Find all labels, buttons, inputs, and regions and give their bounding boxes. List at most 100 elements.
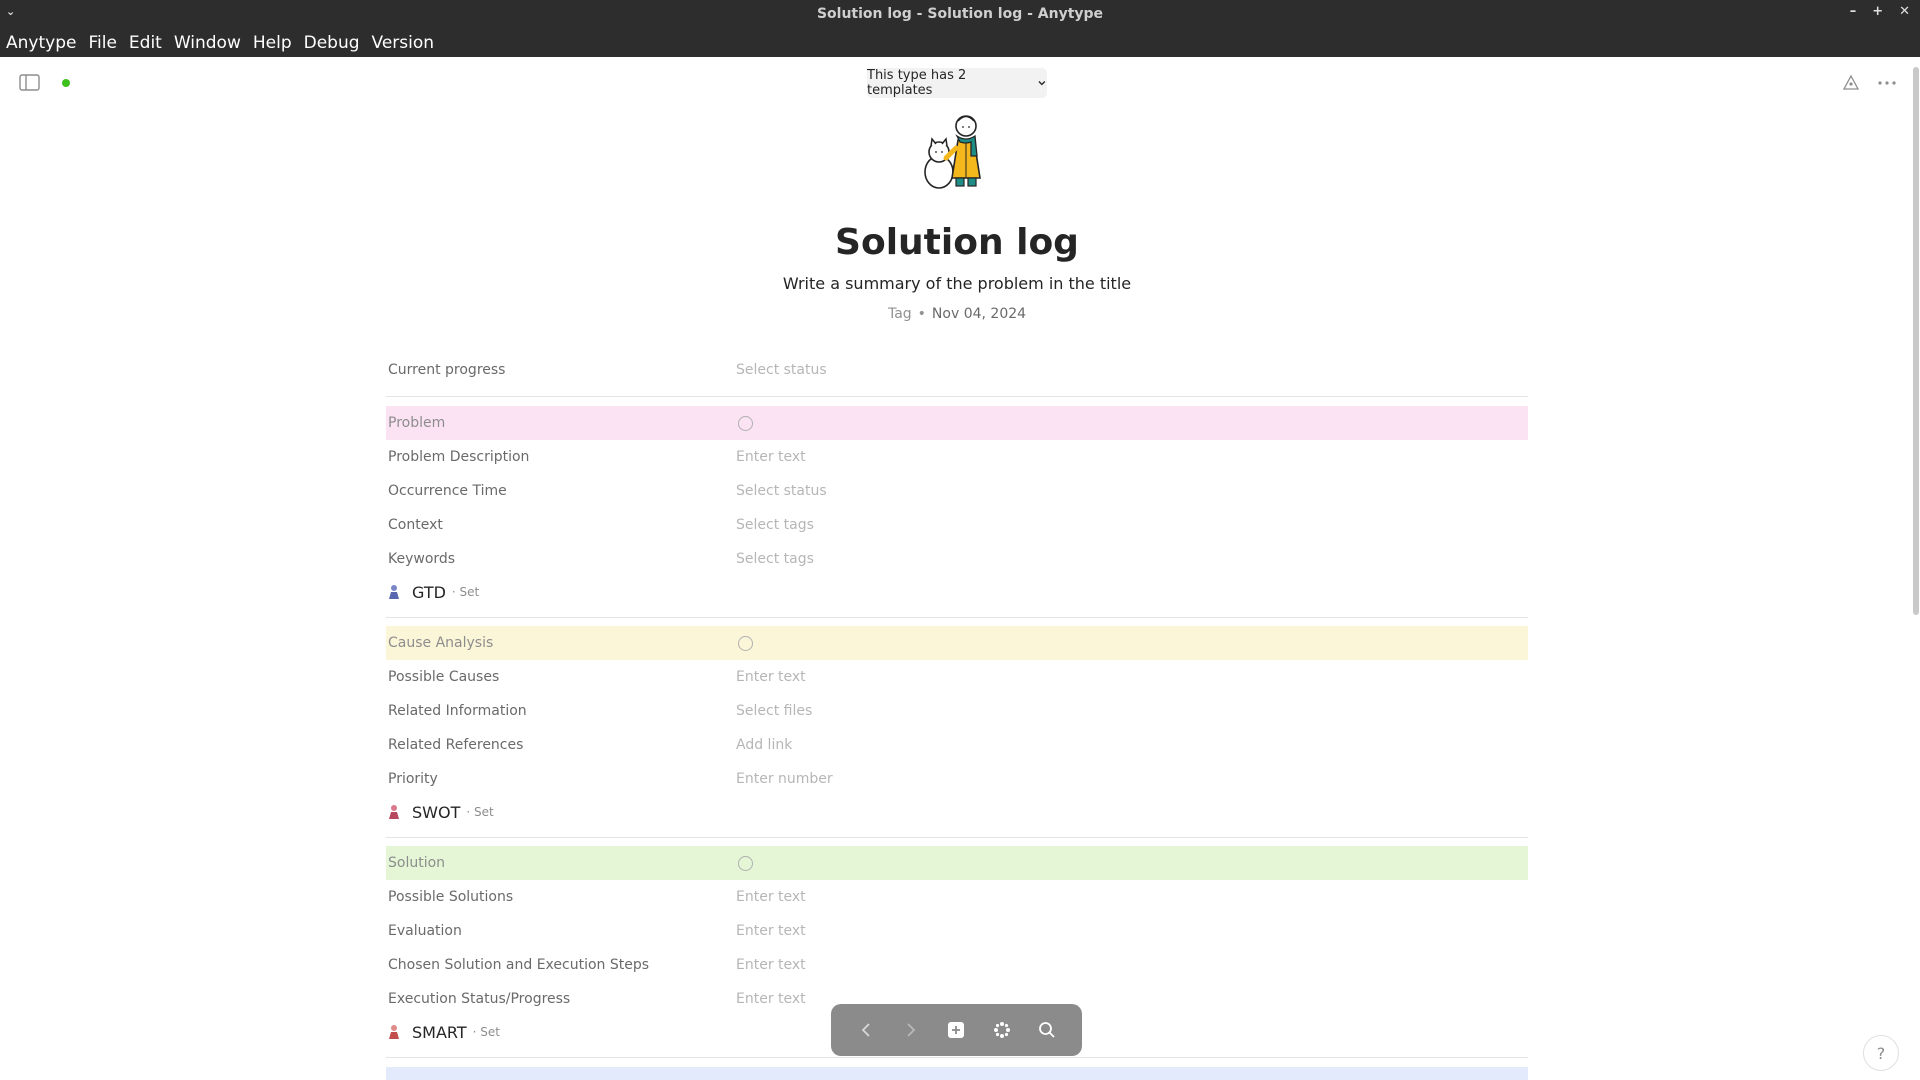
relation-current-progress[interactable]: Current progress Select status — [386, 353, 1528, 387]
widgets-icon[interactable] — [991, 1019, 1013, 1041]
relation-related-information[interactable]: Related Information Select files — [386, 694, 1528, 728]
menu-debug[interactable]: Debug — [298, 33, 366, 53]
search-icon[interactable] — [1036, 1019, 1058, 1041]
relation-value[interactable]: Enter text — [736, 889, 806, 905]
window-titlebar: ⌄ Solution log - Solution log - Anytype … — [0, 0, 1920, 28]
relation-name: Execution Status/Progress — [388, 991, 571, 1007]
relation-value[interactable]: Enter text — [736, 957, 806, 973]
relation-name: Occurrence Time — [388, 483, 507, 499]
relation-occurrence-time[interactable]: Occurrence Time Select status — [386, 474, 1528, 508]
set-name: SMART — [412, 1022, 467, 1042]
menu-window[interactable]: Window — [168, 33, 247, 53]
section-cause-analysis[interactable]: Cause Analysis — [386, 626, 1528, 660]
menu-help[interactable]: Help — [247, 33, 298, 53]
scrollbar-thumb[interactable] — [1913, 67, 1919, 615]
divider — [386, 837, 1528, 838]
relation-value[interactable]: Select status — [736, 483, 827, 499]
template-select-button[interactable]: This type has 2 templates — [867, 68, 1047, 98]
relation-value[interactable]: Select status — [736, 362, 827, 378]
section-name: Solution — [388, 855, 446, 871]
menu-version[interactable]: Version — [366, 33, 441, 53]
person-icon — [389, 585, 399, 599]
object-icon-illustration[interactable] — [920, 112, 992, 192]
relation-name: Related Information — [388, 703, 527, 719]
relation-possible-solutions[interactable]: Possible Solutions Enter text — [386, 880, 1528, 914]
minimize-icon[interactable]: – — [1850, 4, 1857, 19]
relation-context[interactable]: Context Select tags — [386, 508, 1528, 542]
close-icon[interactable]: ✕ — [1899, 4, 1910, 19]
relation-name: Possible Solutions — [388, 889, 514, 905]
set-link-smart[interactable]: SMART · Set — [386, 1017, 500, 1047]
relation-name: Context — [388, 517, 443, 533]
relation-possible-causes[interactable]: Possible Causes Enter text — [386, 660, 1528, 694]
relation-name: Priority — [388, 771, 438, 787]
relation-name: Current progress — [388, 362, 506, 378]
section-solution[interactable]: Solution — [386, 846, 1528, 880]
relation-evaluation[interactable]: Evaluation Enter text — [386, 914, 1528, 948]
menu-file[interactable]: File — [82, 33, 122, 53]
back-arrow-icon[interactable] — [855, 1019, 877, 1041]
relation-problem-description[interactable]: Problem Description Enter text — [386, 440, 1528, 474]
help-button[interactable]: ? — [1863, 1035, 1899, 1071]
relation-value[interactable]: Enter text — [736, 449, 806, 465]
chevron-down-icon — [1038, 81, 1046, 86]
relation-related-references[interactable]: Related References Add link — [386, 728, 1528, 762]
relation-value[interactable]: Enter text — [736, 923, 806, 939]
tag-relation[interactable]: Tag — [888, 306, 912, 322]
forward-arrow-icon[interactable] — [900, 1019, 922, 1041]
relation-keywords[interactable]: Keywords Select tags — [386, 542, 1528, 576]
relation-chosen-solution[interactable]: Chosen Solution and Execution Steps Ente… — [386, 948, 1528, 982]
maximize-icon[interactable]: + — [1872, 4, 1883, 19]
bottom-navigation — [831, 1004, 1082, 1056]
set-name: GTD — [412, 582, 446, 602]
relation-value[interactable]: Add link — [736, 737, 792, 753]
sidebar-toggle-icon[interactable] — [19, 74, 40, 91]
section-reflection[interactable] — [386, 1067, 1528, 1080]
scrollbar[interactable] — [1912, 57, 1920, 1080]
window-title: Solution log - Solution log - Anytype — [816, 6, 1104, 22]
relation-name: Related References — [388, 737, 524, 753]
set-name: SWOT — [412, 802, 461, 822]
divider — [386, 396, 1528, 397]
set-link-swot[interactable]: SWOT · Set — [386, 797, 494, 827]
relation-name: Keywords — [388, 551, 456, 567]
checkbox-circle-icon[interactable] — [738, 855, 753, 871]
more-icon[interactable] — [1876, 74, 1898, 92]
set-type: · Set — [466, 805, 494, 819]
bullet-separator: • — [917, 306, 926, 322]
graph-icon[interactable] — [1842, 74, 1860, 92]
window-controls: – + ✕ — [1850, 4, 1910, 19]
menu-edit[interactable]: Edit — [123, 33, 168, 53]
sync-status-dot[interactable] — [62, 79, 70, 87]
page-title[interactable]: Solution log — [0, 222, 1914, 263]
template-label: This type has 2 templates — [867, 68, 967, 98]
section-name: Cause Analysis — [388, 635, 494, 651]
relation-priority[interactable]: Priority Enter number — [386, 762, 1528, 796]
checkbox-circle-icon[interactable] — [738, 635, 753, 651]
relation-value[interactable]: Select tags — [736, 551, 814, 567]
relation-value[interactable]: Enter number — [736, 771, 833, 787]
page-description[interactable]: Write a summary of the problem in the ti… — [0, 274, 1914, 293]
section-problem[interactable]: Problem — [386, 406, 1528, 440]
created-date[interactable]: Nov 04, 2024 — [932, 306, 1026, 322]
relation-value[interactable]: Select files — [736, 703, 812, 719]
relation-name: Chosen Solution and Execution Steps — [388, 957, 650, 973]
set-link-gtd[interactable]: GTD · Set — [386, 577, 479, 607]
menu-anytype[interactable]: Anytype — [0, 33, 82, 53]
checkbox-circle-icon[interactable] — [738, 415, 753, 431]
person-icon — [389, 1025, 399, 1039]
relation-name: Possible Causes — [388, 669, 500, 685]
section-name: Problem — [388, 415, 446, 431]
divider — [386, 1057, 1528, 1058]
set-type: · Set — [472, 1025, 500, 1039]
featured-relations: Tag • Nov 04, 2024 — [0, 306, 1914, 322]
relation-name: Problem Description — [388, 449, 530, 465]
relation-value[interactable]: Enter text — [736, 669, 806, 685]
relation-value[interactable]: Enter text — [736, 991, 806, 1007]
menu-bar: Anytype File Edit Window Help Debug Vers… — [0, 28, 1920, 57]
set-type: · Set — [451, 585, 480, 599]
relation-value[interactable]: Select tags — [736, 517, 814, 533]
person-icon — [389, 805, 399, 819]
window-menu-chevron-icon[interactable]: ⌄ — [6, 5, 15, 18]
add-object-icon[interactable] — [945, 1019, 967, 1041]
